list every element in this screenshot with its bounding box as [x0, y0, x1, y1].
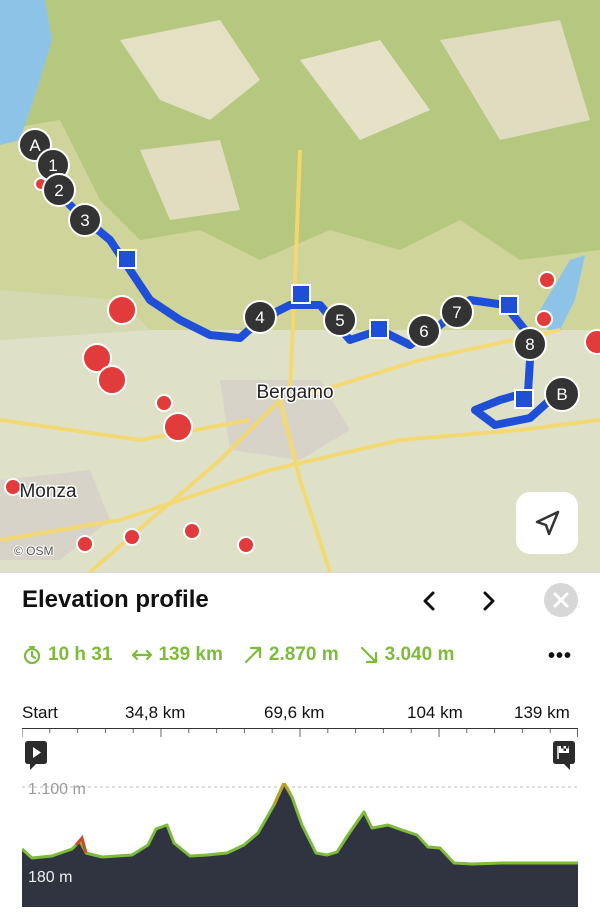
elevation-profile-graph: [20, 779, 578, 907]
descent-stat: 3.040 m: [359, 644, 455, 666]
distance-arrows-icon: [132, 649, 153, 661]
svg-text:8: 8: [525, 335, 534, 354]
waypoint-b[interactable]: B: [544, 376, 580, 412]
distance-axis: Start 34,8 km 69,6 km 104 km 139 km: [22, 703, 578, 743]
ascent-arrow-icon: [244, 646, 261, 664]
panel-title: Elevation profile: [22, 586, 209, 613]
distance-stat: 139 km: [132, 644, 223, 666]
max-elevation-label: 1.100 m: [28, 781, 86, 798]
descent-arrow-icon: [360, 646, 377, 664]
tick-label-1: 34,8 km: [125, 703, 186, 722]
duration-value: 10 h 31: [48, 644, 113, 665]
svg-text:2: 2: [54, 181, 63, 200]
tick-label-2: 69,6 km: [264, 703, 325, 722]
previous-button[interactable]: [416, 587, 444, 615]
chevron-right-icon: [483, 591, 495, 611]
more-options-button[interactable]: •••: [548, 645, 572, 668]
waypoint-7[interactable]: 7: [440, 295, 474, 329]
close-icon: [553, 592, 569, 608]
waypoint-2[interactable]: 2: [42, 173, 76, 207]
elevation-chart[interactable]: 1.100 m 180 m: [20, 779, 578, 907]
ascent-value: 2.870 m: [268, 644, 339, 665]
chevron-left-icon: [423, 591, 435, 611]
city-label-bergamo: Bergamo: [256, 382, 333, 403]
elevation-fill: [22, 783, 578, 907]
min-elevation-label: 180 m: [28, 869, 73, 886]
next-button[interactable]: [474, 587, 502, 615]
waypoint-3[interactable]: 3: [68, 203, 102, 237]
locate-me-button[interactable]: [516, 492, 578, 554]
waypoint-4[interactable]: 4: [243, 300, 277, 334]
descent-value: 3.040 m: [384, 644, 455, 665]
svg-text:3: 3: [80, 211, 89, 230]
tick-label-start: Start: [22, 703, 58, 722]
close-button[interactable]: [544, 583, 578, 617]
waypoint-6[interactable]: 6: [407, 314, 441, 348]
route-stats: 10 h 31 139 km 2.870 m 3.040 m: [22, 643, 474, 667]
start-marker[interactable]: [22, 741, 50, 771]
tick-label-end: 139 km: [514, 703, 570, 722]
stopwatch-icon: [23, 645, 41, 665]
ascent-stat: 2.870 m: [243, 644, 339, 666]
elevation-profile-panel: Elevation profile 10 h 31 139 km 2.870 m…: [0, 572, 600, 907]
finish-marker[interactable]: [550, 741, 578, 771]
svg-text:1: 1: [48, 156, 57, 175]
city-label-monza: Monza: [19, 481, 76, 502]
waypoint-8[interactable]: 8: [513, 327, 547, 361]
svg-text:B: B: [556, 385, 567, 404]
play-start-icon: [25, 741, 47, 770]
distance-value: 139 km: [158, 644, 223, 665]
svg-text:7: 7: [452, 303, 461, 322]
axis-ticks: [22, 729, 578, 737]
svg-text:4: 4: [255, 308, 264, 327]
duration-stat: 10 h 31: [22, 644, 112, 666]
tick-label-3: 104 km: [407, 703, 463, 722]
map-attribution[interactable]: © OSM: [13, 543, 55, 559]
map-canvas[interactable]: A 1 2 3 4 5 6 7 8 B Bergamo Monza © OSM: [0, 0, 600, 572]
svg-text:6: 6: [419, 322, 428, 341]
svg-text:A: A: [29, 136, 41, 155]
svg-text:5: 5: [335, 311, 344, 330]
route-map[interactable]: A 1 2 3 4 5 6 7 8 B Bergamo Monza © OSM: [0, 0, 600, 572]
waypoint-5[interactable]: 5: [323, 303, 357, 337]
finish-flag-icon: [553, 741, 575, 770]
